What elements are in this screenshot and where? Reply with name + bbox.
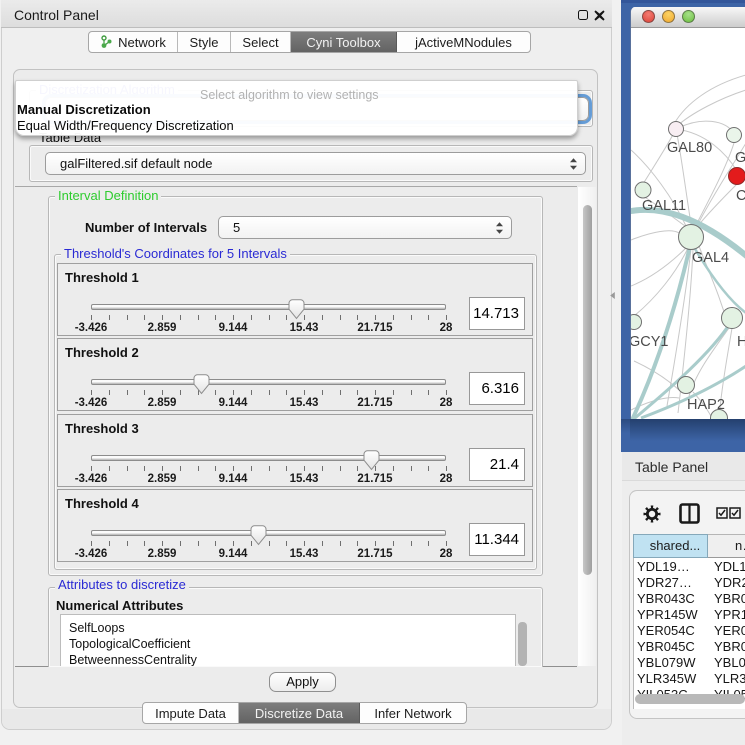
svg-text:GAL4: GAL4 [692, 250, 729, 266]
svg-text:GAL80: GAL80 [667, 140, 712, 156]
svg-text:CY: CY [736, 188, 745, 204]
svg-text:H: H [737, 334, 745, 350]
svg-text:HAP2: HAP2 [687, 397, 725, 413]
svg-text:GCY1: GCY1 [631, 334, 669, 350]
svg-text:GA: GA [735, 150, 745, 166]
svg-text:GAL11: GAL11 [642, 198, 686, 214]
